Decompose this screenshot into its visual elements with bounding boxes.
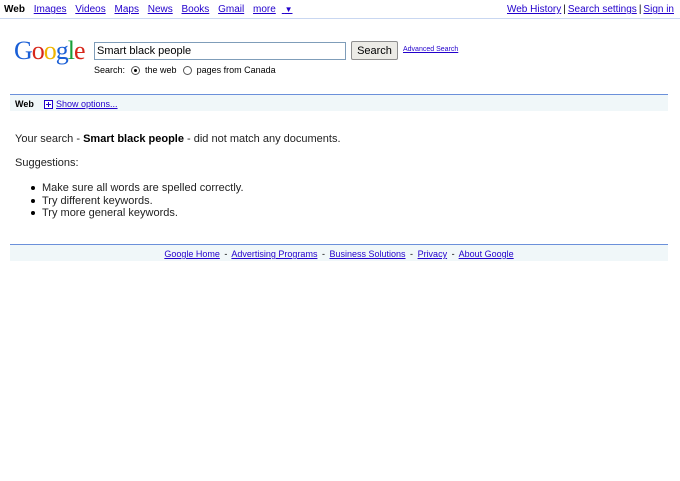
logo-letter: o [31,36,45,65]
show-options-toggle[interactable]: Show options... [44,99,118,109]
logo-letter: g [55,36,69,65]
nav-maps-link[interactable]: Maps [114,4,138,15]
footer-google-home-link[interactable]: Google Home [164,249,220,259]
radio-the-web[interactable] [131,65,141,75]
results-header-bar: Web Show options... [10,94,668,111]
advanced-search-link[interactable]: Advanced Search [403,46,458,53]
logo-letter: G [14,36,33,65]
separator: - [410,249,414,259]
suggestions-title: Suggestions: [15,157,79,169]
separator: - [321,249,325,259]
no-results-prefix: Your search - [15,133,81,145]
top-navigation-bar: Web Images Videos Maps News Books Gmail … [0,0,680,19]
footer-advertising-link[interactable]: Advertising Programs [231,249,317,259]
radio-the-web-label: the web [145,65,177,75]
nav-more-label: more [253,4,276,15]
separator: | [563,4,566,15]
no-results-message: Your search - Smart black people - did n… [15,133,341,145]
search-button[interactable]: Search [351,41,398,60]
list-item: Make sure all words are spelled correctl… [28,182,244,195]
footer-about-link[interactable]: About Google [459,249,514,259]
radio-pages-from-canada-label: pages from Canada [196,65,276,75]
web-history-link[interactable]: Web History [507,4,561,15]
footer-bar: Google Home - Advertising Programs - Bus… [10,244,668,261]
separator: - [224,249,228,259]
list-item: Try different keywords. [28,195,244,208]
search-scope-label: Search: [94,65,126,75]
search-settings-link[interactable]: Search settings [568,4,637,15]
no-results-suffix: - did not match any documents. [187,133,341,145]
logo-letter: e [74,36,86,65]
nav-news-link[interactable]: News [148,4,173,15]
nav-more-menu[interactable]: more ▼ [253,4,299,15]
google-logo[interactable]: Google [14,36,86,66]
list-item: Try more general keywords. [28,207,244,220]
nav-gmail-link[interactable]: Gmail [218,4,244,15]
logo-letter: o [43,36,57,65]
footer-links: Google Home - Advertising Programs - Bus… [10,249,668,259]
nav-videos-link[interactable]: Videos [75,4,105,15]
plus-box-icon [44,99,53,109]
show-options-link[interactable]: Show options... [56,99,118,109]
separator: | [638,4,642,15]
nav-books-link[interactable]: Books [182,4,210,15]
footer-privacy-link[interactable]: Privacy [418,249,448,259]
chevron-down-icon: ▼ [284,5,293,14]
footer-business-link[interactable]: Business Solutions [329,249,405,259]
no-results-query: Smart black people [83,133,184,145]
search-input[interactable] [94,42,346,60]
top-nav-right: Web History | Search settings | Sign in [507,4,674,15]
nav-web-current: Web [4,4,25,15]
suggestions-list: Make sure all words are spelled correctl… [28,182,244,220]
separator: - [451,249,455,259]
nav-images-link[interactable]: Images [34,4,67,15]
top-nav-left: Web Images Videos Maps News Books Gmail … [4,4,305,15]
results-tab-web: Web [15,99,34,109]
radio-pages-from-canada[interactable] [182,65,192,75]
search-scope-options: Search: the web pages from Canada [94,65,276,75]
sign-in-link[interactable]: Sign in [643,4,674,15]
